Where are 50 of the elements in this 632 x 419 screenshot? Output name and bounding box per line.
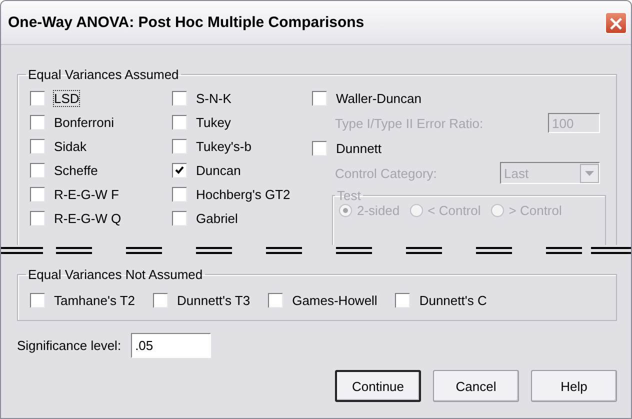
checkbox[interactable] (30, 114, 45, 130)
checkbox-label[interactable]: R-E-G-W F (54, 186, 119, 202)
dialog-button[interactable]: Help (531, 370, 617, 402)
checkbox-label[interactable]: Tukey (196, 114, 231, 130)
checkbox[interactable] (30, 292, 45, 308)
checkbox-label[interactable]: Duncan (196, 162, 241, 178)
checkbox[interactable] (30, 186, 45, 202)
window-title: One-Way ANOVA: Post Hoc Multiple Comparisons (8, 14, 364, 31)
checkbox[interactable] (172, 138, 187, 154)
check-icon (175, 166, 184, 174)
group-title: Equal Variances Assumed (27, 67, 180, 82)
checkbox-label[interactable]: Gabriel (196, 210, 238, 226)
checkbox-label[interactable]: Bonferroni (54, 114, 114, 130)
field-label: Significance level: (17, 338, 122, 353)
checkbox-label[interactable]: Hochberg's GT2 (196, 186, 290, 202)
group-title: Equal Variances Not Assumed (27, 267, 204, 282)
checkbox[interactable] (172, 186, 187, 202)
close-button[interactable]: × (605, 12, 627, 34)
checkbox-label[interactable]: S-N-K (196, 90, 232, 106)
checkbox[interactable] (172, 90, 187, 106)
checkbox-label[interactable]: LSD (54, 90, 80, 106)
checkbox[interactable] (172, 210, 187, 226)
checkbox-label[interactable]: Games-Howell (292, 292, 378, 308)
checkbox[interactable] (30, 210, 45, 226)
checkbox[interactable] (30, 138, 45, 154)
dialog-button[interactable]: Cancel (433, 370, 519, 402)
checkbox-label[interactable]: Sidak (54, 138, 87, 154)
checkbox-label[interactable]: Waller-Duncan (336, 90, 422, 106)
checkbox-label[interactable]: Dunnett's C (419, 292, 487, 308)
checkbox[interactable] (268, 292, 284, 308)
dialog-button[interactable]: Continue (335, 370, 421, 402)
field-label: Type I/Type II Error Ratio: (335, 116, 484, 130)
caret-icon (585, 170, 594, 176)
field-label: Control Category: (335, 166, 437, 180)
checkbox-label[interactable]: Dunnett's T3 (177, 292, 250, 308)
checkbox[interactable] (312, 140, 327, 156)
checkbox[interactable] (30, 162, 45, 178)
checkbox[interactable] (30, 90, 45, 106)
checkbox[interactable] (312, 90, 327, 106)
checkbox-label[interactable]: Tukey's-b (196, 138, 252, 154)
input-field[interactable]: .05 (131, 333, 212, 358)
checkbox-label[interactable]: Tamhane's T2 (54, 292, 136, 308)
checkbox-label[interactable]: R-E-G-W Q (54, 210, 122, 226)
checkbox[interactable] (153, 292, 168, 308)
checkbox[interactable] (172, 162, 187, 178)
group-title: Test (336, 188, 362, 203)
checkbox-label[interactable]: Scheffe (54, 162, 98, 178)
checkbox[interactable] (395, 292, 410, 308)
checkbox[interactable] (172, 114, 187, 130)
checkbox-label[interactable]: Dunnett (336, 140, 382, 156)
